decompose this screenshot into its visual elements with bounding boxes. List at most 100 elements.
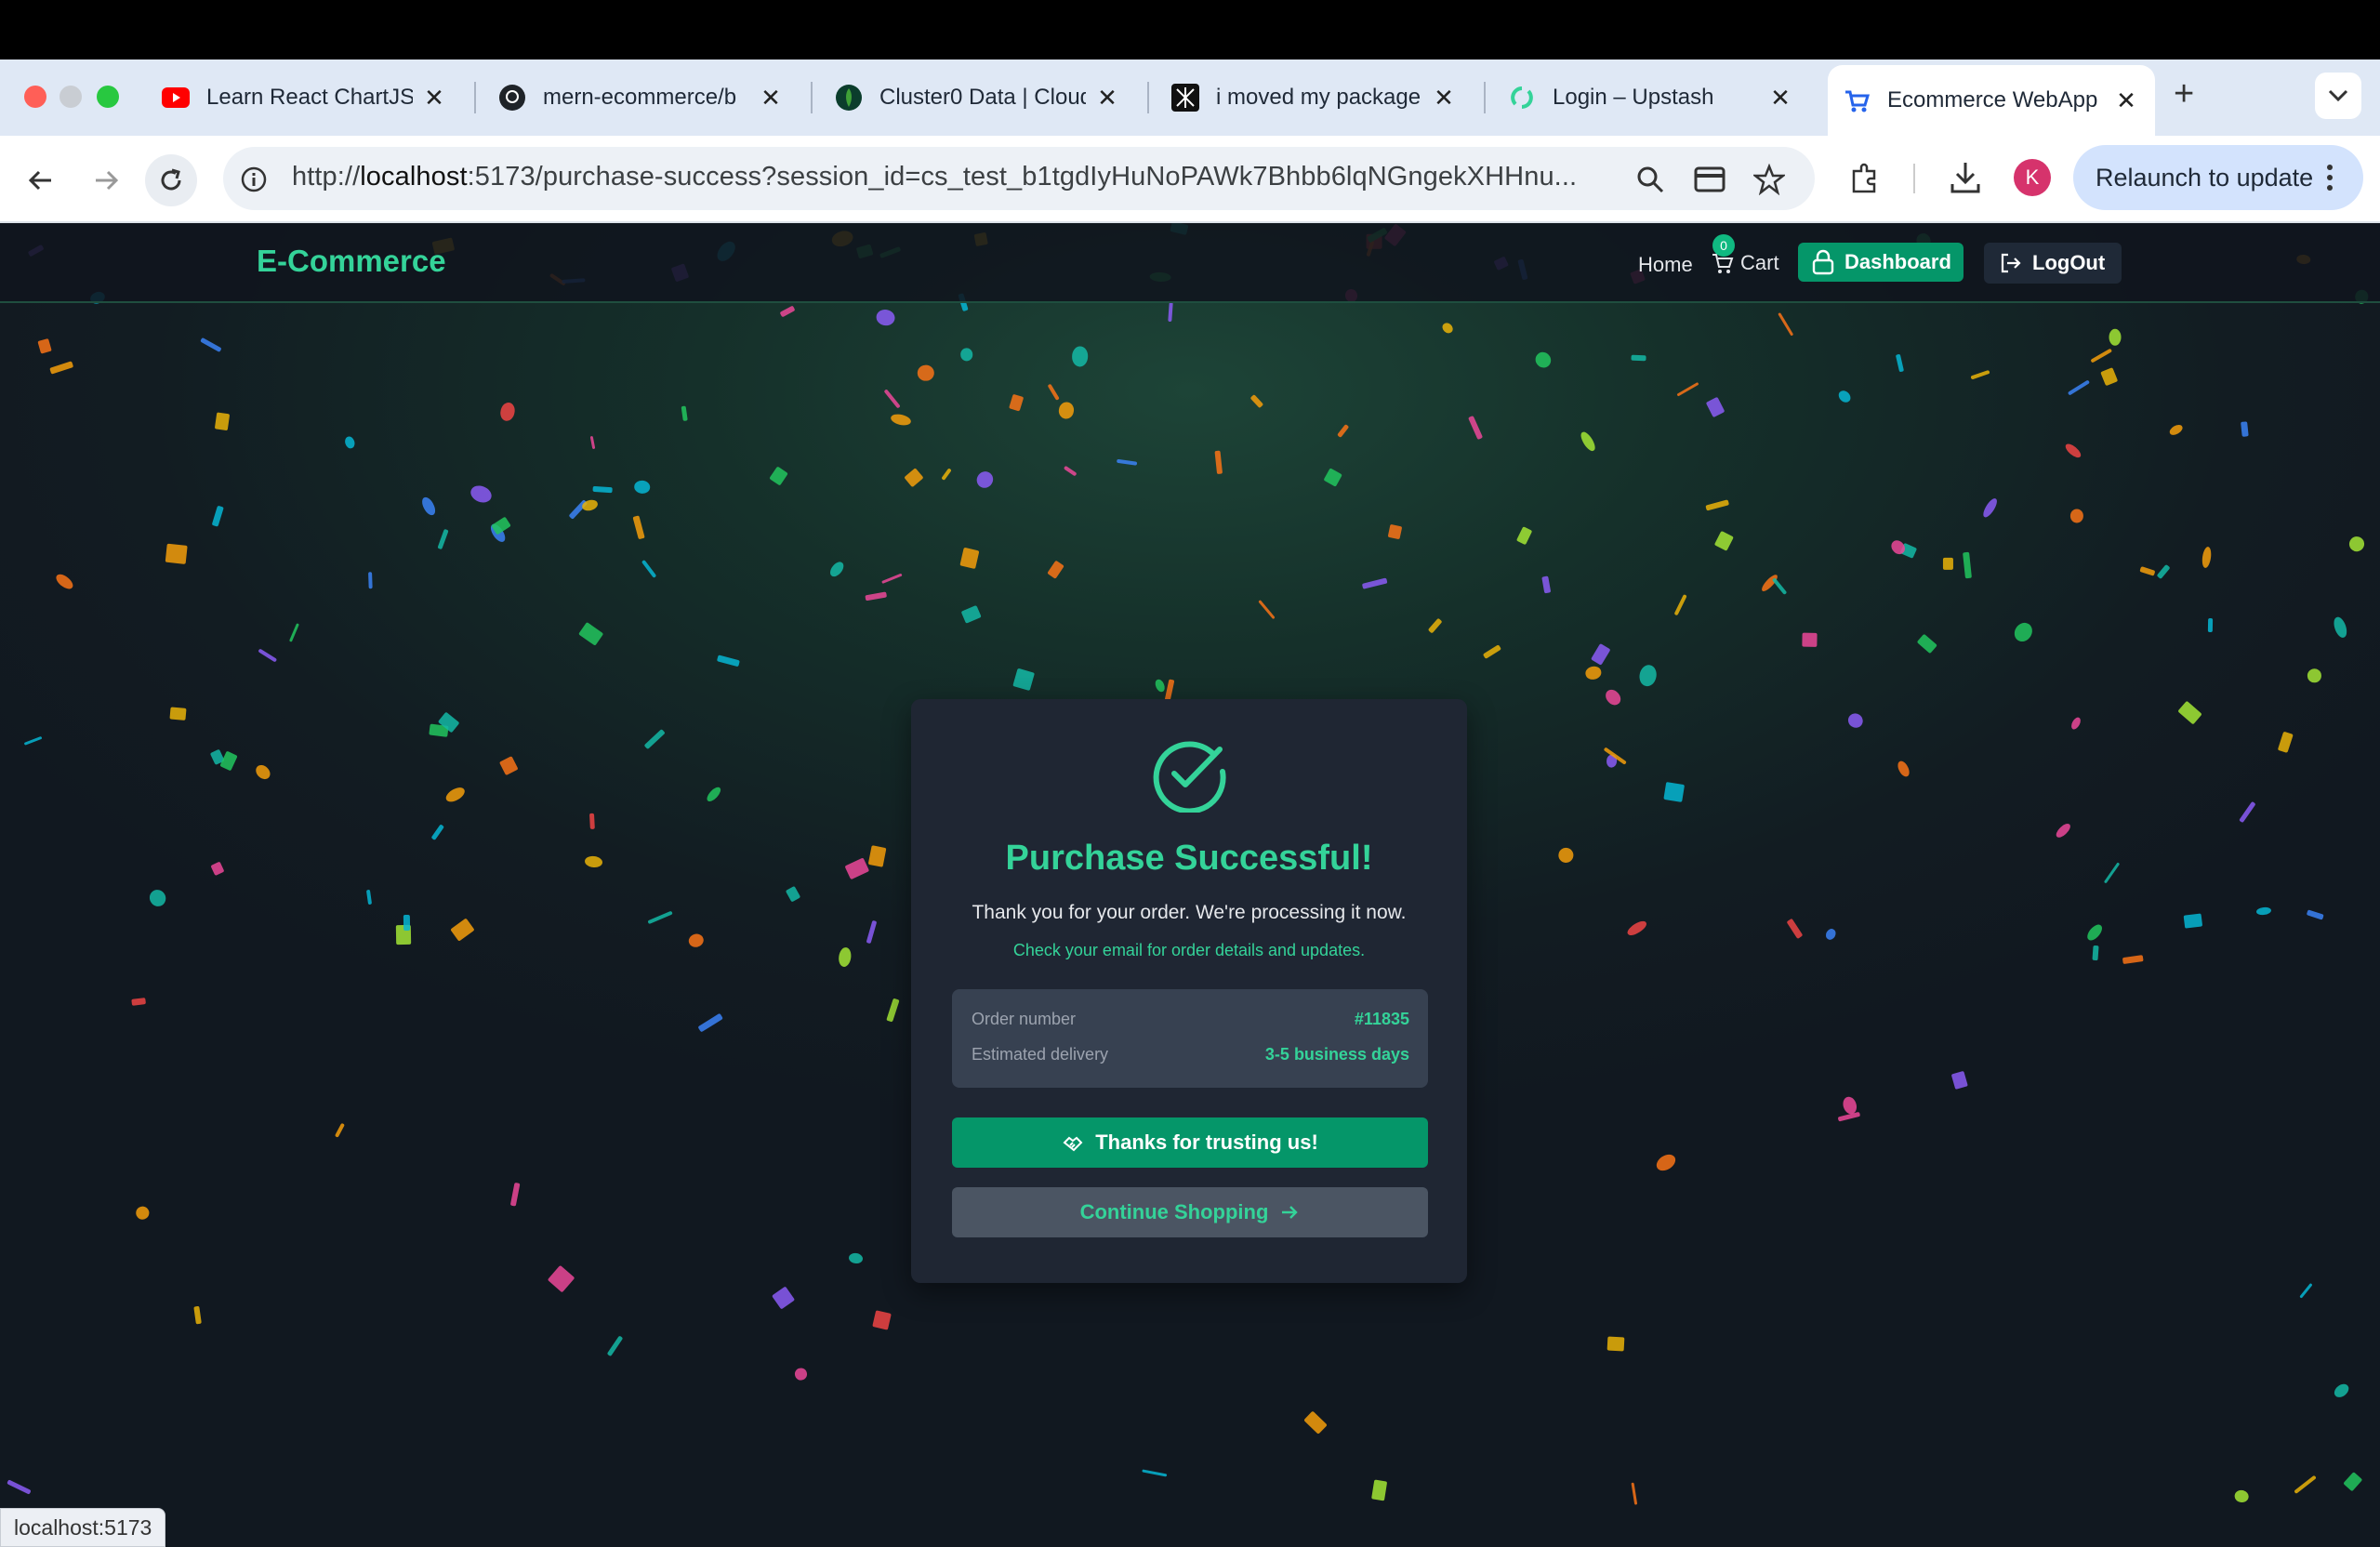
confetti-piece	[1836, 388, 1853, 405]
thanks-for-trusting-button[interactable]: Thanks for trusting us!	[952, 1117, 1428, 1168]
minimize-window-button[interactable]	[60, 86, 82, 108]
confetti-piece	[1154, 677, 1167, 693]
tab-cluster0-data[interactable]: Cluster0 Data | Cloud ✕	[820, 71, 1136, 125]
card-icon[interactable]	[1694, 165, 1726, 193]
cart-label: Cart	[1740, 251, 1779, 274]
confetti-piece	[881, 573, 903, 584]
close-tab-icon[interactable]: ✕	[1430, 84, 1458, 112]
maximize-window-button[interactable]	[97, 86, 119, 108]
confetti-piece	[219, 750, 238, 772]
extensions-icon[interactable]	[1848, 162, 1882, 195]
confetti-piece	[450, 918, 475, 942]
tab-title: mern-ecommerce/b	[543, 85, 737, 110]
confetti-piece	[1215, 451, 1223, 475]
handshake-icon	[1063, 1136, 1083, 1152]
close-window-button[interactable]	[24, 86, 46, 108]
confetti-piece	[1772, 577, 1788, 595]
confetti-piece	[1557, 846, 1575, 864]
cart-icon	[1843, 86, 1871, 114]
tab-login-upstash[interactable]: Login – Upstash ✕	[1493, 71, 1809, 125]
confetti-piece	[1541, 575, 1552, 594]
tab-search-button[interactable]	[2315, 73, 2361, 119]
confetti-piece	[6, 1478, 32, 1495]
confetti-piece	[1606, 1336, 1624, 1352]
continue-shopping-button[interactable]: Continue Shopping	[952, 1187, 1428, 1237]
close-tab-icon[interactable]: ✕	[757, 84, 785, 112]
zoom-icon[interactable]	[1634, 164, 1666, 195]
profile-avatar[interactable]: K	[2014, 159, 2051, 196]
confetti-piece	[2063, 441, 2083, 460]
confetti-piece	[2104, 862, 2121, 884]
confetti-piece	[848, 1252, 865, 1265]
confetti-piece	[2241, 421, 2249, 437]
confetti-piece	[904, 468, 924, 488]
confetti-piece	[2299, 1282, 2314, 1299]
nav-home-link[interactable]: Home	[1638, 253, 1693, 277]
confetti-piece	[1116, 457, 1138, 466]
confetti-piece	[1591, 643, 1611, 666]
confetti-piece	[2239, 801, 2256, 824]
confetti-piece	[1637, 663, 1659, 688]
confetti-piece	[2278, 732, 2294, 754]
screen-top-bar	[0, 0, 2380, 60]
brand-logo[interactable]: E-Commerce	[257, 244, 446, 279]
back-button[interactable]	[15, 154, 67, 206]
confetti-piece	[2109, 328, 2122, 346]
reload-button[interactable]	[145, 154, 197, 206]
forward-button[interactable]	[80, 154, 132, 206]
confetti-piece	[288, 623, 299, 642]
close-tab-icon[interactable]: ✕	[1766, 84, 1794, 112]
tab-title: Login – Upstash	[1553, 85, 1714, 110]
confetti-piece	[769, 466, 788, 486]
confetti-piece	[647, 910, 673, 925]
bookmark-star-icon[interactable]	[1753, 164, 1785, 195]
download-icon[interactable]	[1949, 160, 1982, 195]
confetti-piece	[2011, 619, 2036, 645]
dashboard-label: Dashboard	[1844, 250, 1951, 273]
confetti-piece	[509, 1182, 521, 1207]
confetti-piece	[959, 347, 973, 362]
confetti-piece	[419, 496, 438, 518]
dashboard-button[interactable]: Dashboard	[1798, 243, 1964, 282]
confetti-piece	[633, 515, 646, 540]
close-tab-icon[interactable]: ✕	[420, 84, 448, 112]
confetti-piece	[169, 707, 188, 721]
confetti-piece	[960, 605, 982, 624]
confetti-piece	[1168, 301, 1173, 322]
logout-button[interactable]: LogOut	[1984, 243, 2122, 284]
confetti-piece	[875, 308, 897, 327]
confetti-piece	[1602, 686, 1624, 708]
confetti-piece	[2343, 1471, 2363, 1491]
confetti-piece	[1663, 782, 1686, 803]
new-tab-button[interactable]: +	[2174, 74, 2194, 114]
site-info-icon[interactable]	[240, 165, 268, 193]
relaunch-button[interactable]: Relaunch to update	[2073, 145, 2363, 210]
confetti-piece	[367, 572, 373, 589]
confetti-piece	[258, 648, 278, 663]
tab-ecommerce-webapp[interactable]: Ecommerce WebApp ✕	[1828, 65, 2155, 136]
confetti-piece	[1705, 499, 1729, 511]
confetti-piece	[210, 861, 225, 877]
cart-count-badge: 0	[1712, 234, 1735, 257]
confetti-piece	[1250, 394, 1264, 409]
confetti-piece	[146, 887, 169, 909]
confetti-piece	[1624, 919, 1648, 938]
order-number-value: #11835	[1354, 1010, 1409, 1028]
confetti-piece	[468, 483, 495, 506]
check-circle-icon	[1153, 741, 1226, 813]
confetti-piece	[779, 305, 796, 318]
confetti-piece	[1516, 525, 1533, 546]
chevron-down-icon	[2328, 89, 2348, 102]
confetti-piece	[588, 813, 595, 829]
confetti-piece	[865, 591, 887, 602]
tab-mern-ecommerce[interactable]: mern-ecommerce/b ✕	[483, 71, 800, 125]
tab-learn-react-chartjs[interactable]: Learn React ChartJS ✕	[147, 71, 463, 125]
close-tab-icon[interactable]: ✕	[2112, 86, 2140, 115]
logout-label: LogOut	[2032, 251, 2106, 274]
confetti-piece	[2201, 546, 2213, 570]
tab-i-moved-my-package[interactable]: i moved my package ✕	[1157, 71, 1473, 125]
confetti-piece	[827, 560, 846, 580]
site-icon	[1171, 84, 1199, 112]
close-tab-icon[interactable]: ✕	[1093, 84, 1121, 112]
confetti-piece	[941, 468, 953, 482]
